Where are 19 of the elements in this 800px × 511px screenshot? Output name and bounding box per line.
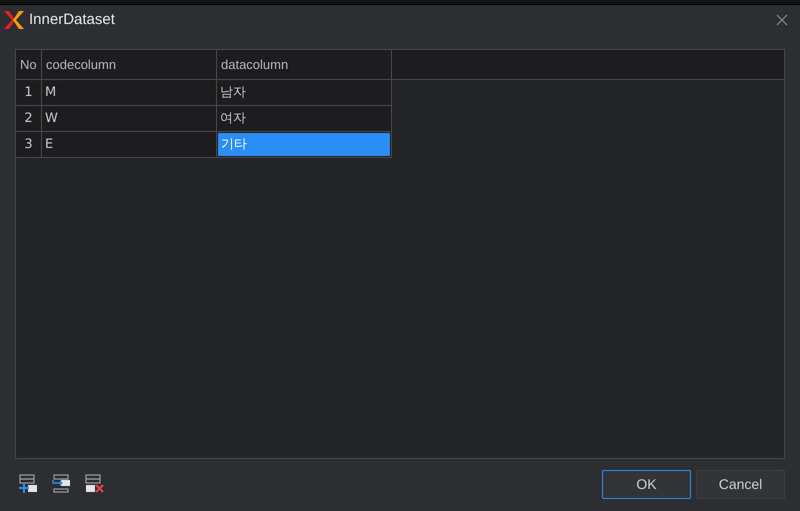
row-number[interactable]: 3 xyxy=(16,132,41,157)
ok-button[interactable]: OK xyxy=(602,470,691,498)
table-cell[interactable]: W xyxy=(42,106,216,131)
row-number[interactable]: 1 xyxy=(16,80,41,105)
table-cell[interactable]: 남자 xyxy=(217,80,391,105)
column-header[interactable]: datacolumn xyxy=(217,50,392,79)
cancel-button[interactable]: Cancel xyxy=(696,470,785,498)
table-cell[interactable]: E xyxy=(42,132,216,157)
column-header[interactable]: codecolumn xyxy=(42,50,217,79)
delete-row-icon[interactable] xyxy=(84,474,106,494)
close-icon[interactable] xyxy=(776,14,788,26)
add-row-icon[interactable] xyxy=(18,474,40,494)
table-cell[interactable]: 여자 xyxy=(217,106,391,131)
column-header[interactable]: No xyxy=(16,50,42,79)
window-title: InnerDataset xyxy=(29,10,115,30)
insert-row-icon[interactable] xyxy=(51,474,73,494)
table-cell[interactable]: M xyxy=(42,80,216,105)
row-number[interactable]: 2 xyxy=(16,106,41,131)
app-logo-icon xyxy=(3,9,25,31)
